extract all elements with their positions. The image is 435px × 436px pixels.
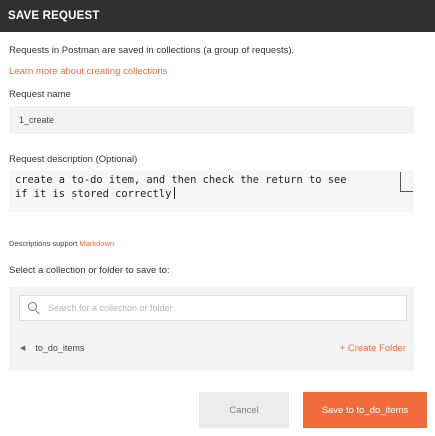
current-folder-row: ◀ to_do_items + Create Folder [9, 335, 414, 361]
search-icon [28, 302, 40, 315]
intro-text: Requests in Postman are saved in collect… [9, 45, 295, 56]
create-folder-link[interactable]: + Create Folder [340, 343, 406, 354]
learn-more-link[interactable]: Learn more about creating collections [9, 66, 167, 77]
markdown-link[interactable]: Markdown [79, 239, 114, 248]
markdown-note-text: Descriptions support [9, 239, 80, 248]
description-line-1: create a to-do item, and then check the … [15, 174, 347, 186]
collection-search-input[interactable] [46, 302, 380, 314]
request-name-input[interactable]: 1_create [9, 106, 414, 134]
request-name-label: Request name [9, 89, 71, 100]
request-name-value: 1_create [19, 115, 55, 125]
collection-search-box[interactable] [19, 295, 407, 321]
textarea-scrollbar[interactable] [400, 172, 413, 192]
dialog-title: SAVE REQUEST [8, 10, 100, 22]
dialog-header: SAVE REQUEST [0, 0, 435, 32]
cancel-button[interactable]: Cancel [199, 392, 289, 428]
markdown-note: Descriptions support Markdown [9, 239, 114, 248]
text-caret [174, 187, 176, 199]
save-button[interactable]: Save to to_do_items [303, 392, 427, 428]
back-arrow-icon[interactable]: ◀ [20, 344, 25, 352]
description-line-2: if it is stored correctly [15, 188, 172, 200]
current-folder-name: to_do_items [35, 343, 85, 353]
request-description-label: Request description (Optional) [9, 154, 138, 165]
collection-browser: ◀ to_do_items + Create Folder [9, 287, 414, 371]
request-description-textarea[interactable]: create a to-do item, and then check the … [9, 170, 414, 212]
collection-select-label: Select a collection or folder to save to… [9, 265, 170, 276]
